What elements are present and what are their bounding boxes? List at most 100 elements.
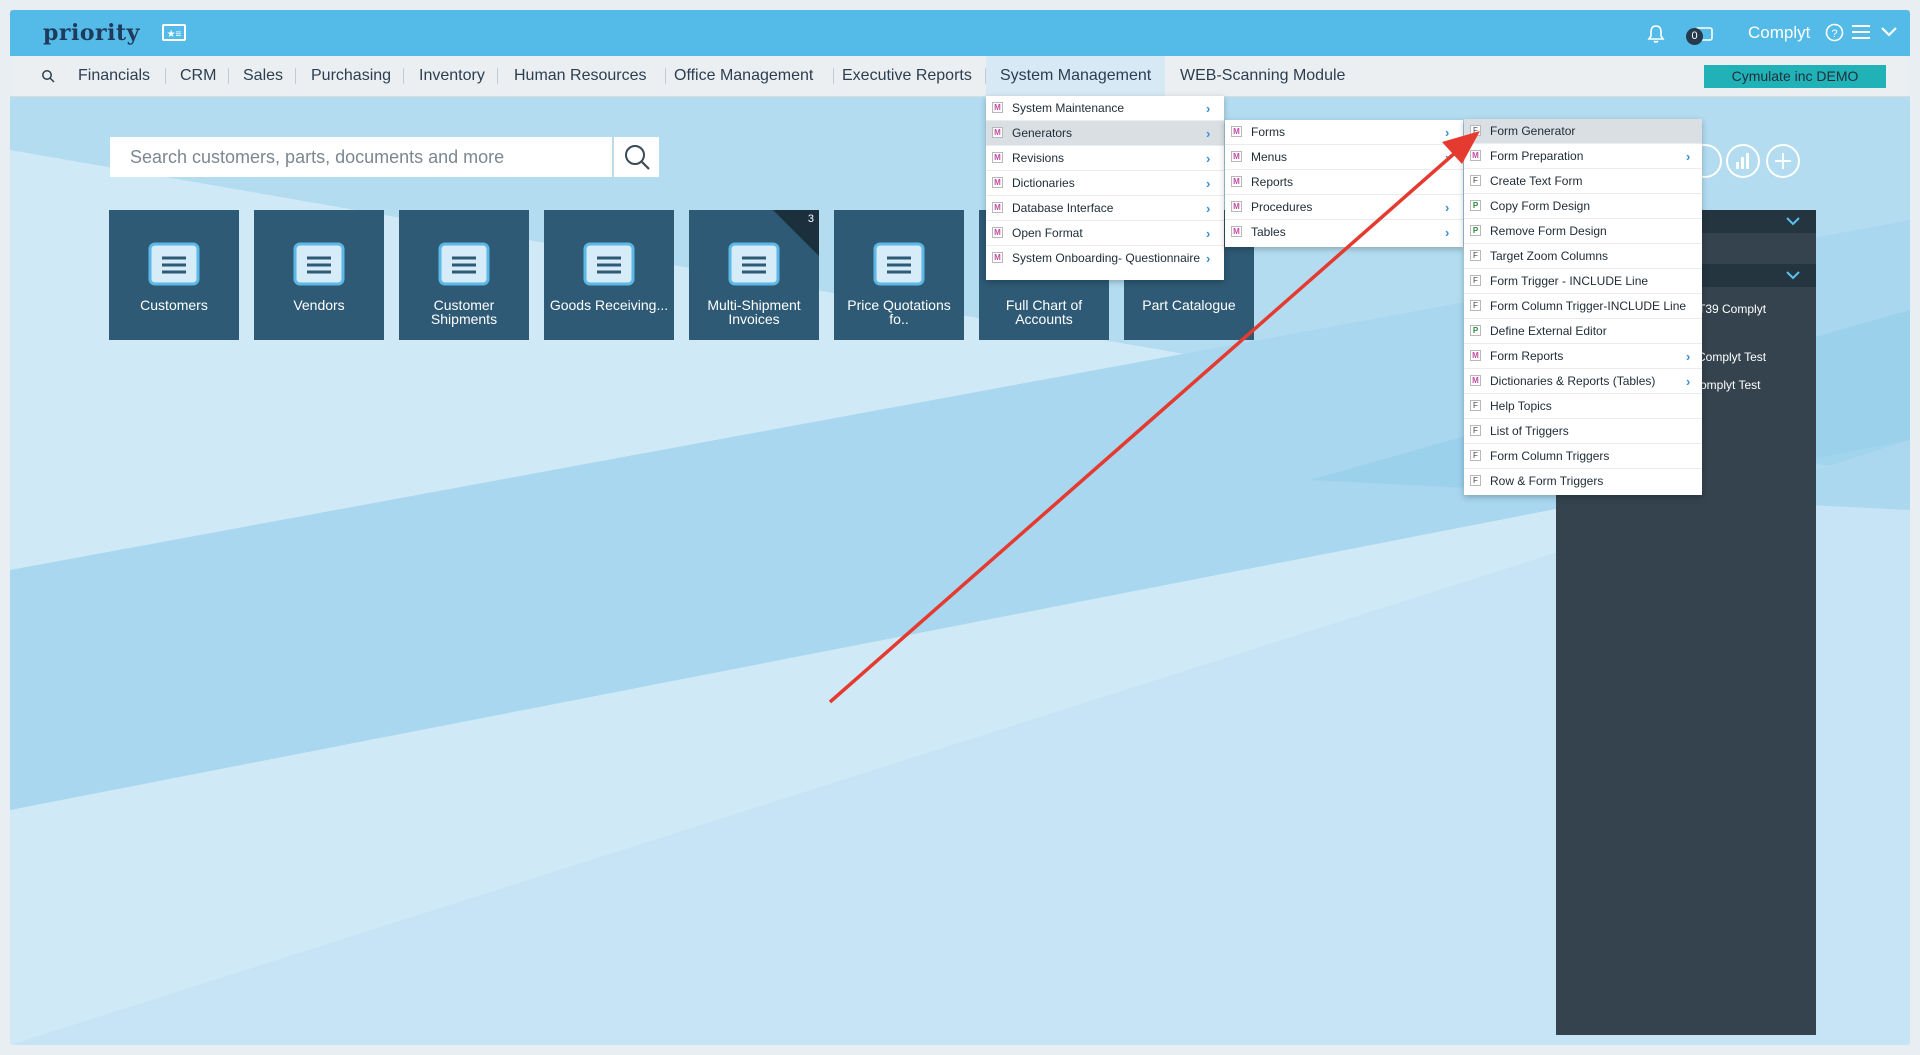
add-icon[interactable] [1766, 144, 1800, 178]
menu-item-form-reports[interactable]: M Form Reports › [1464, 344, 1702, 369]
menu-type-badge: P [1470, 200, 1481, 211]
menu-type-badge: F [1470, 250, 1481, 261]
system-management-menu: M System Maintenance › M Generators › M … [986, 96, 1224, 280]
menu-type-badge: M [1231, 201, 1242, 212]
menu-item-form-trigger-include-line[interactable]: F Form Trigger - INCLUDE Line [1464, 269, 1702, 294]
menu-item-revisions[interactable]: M Revisions › [986, 146, 1224, 171]
menu-type-badge: F [1470, 175, 1481, 186]
panel-item[interactable]: Complyt Test [1697, 350, 1766, 364]
search-icon [625, 145, 650, 170]
tile-customer-shipments[interactable]: Customer Shipments [399, 210, 529, 340]
menu-item-form-generator[interactable]: F Form Generator [1464, 119, 1702, 144]
menu-item-label: Form Preparation [1490, 149, 1584, 163]
menu-item-form-column-triggers[interactable]: F Form Column Triggers [1464, 444, 1702, 469]
menu-item-label: Create Text Form [1490, 174, 1583, 188]
menu-item-tables[interactable]: M Tables › [1225, 220, 1463, 245]
panel-item[interactable]: T39 Complyt [1698, 302, 1766, 316]
menu-type-badge: F [1470, 425, 1481, 436]
chevron-right-icon: › [1206, 176, 1211, 191]
menu-web-scanning-module[interactable]: WEB-Scanning Module [1180, 56, 1345, 96]
menu-item-label: System Onboarding- Questionnaire [1012, 251, 1201, 265]
menu-purchasing[interactable]: Purchasing [311, 56, 391, 96]
tile-vendors[interactable]: Vendors [254, 210, 384, 340]
chevron-right-icon: › [1206, 251, 1211, 266]
generators-submenu: M Forms › M Menus › M Reports M Procedur… [1225, 120, 1463, 247]
main-menu-bar: Financials CRM Sales Purchasing Inventor… [10, 56, 1910, 97]
menu-type-badge: M [992, 252, 1003, 263]
chart-icon[interactable] [1726, 144, 1760, 178]
menu-office-management[interactable]: Office Management [674, 56, 813, 96]
menu-human-resources[interactable]: Human Resources [514, 56, 647, 96]
menu-item-database-interface[interactable]: M Database Interface › [986, 196, 1224, 221]
chevron-right-icon: › [1206, 101, 1211, 116]
menu-divider [665, 68, 666, 84]
search-input[interactable] [110, 137, 612, 177]
menu-type-badge: F [1470, 475, 1481, 486]
bell-icon[interactable] [1647, 24, 1665, 44]
menu-item-label: Generators [1012, 126, 1073, 140]
menu-item-create-text-form[interactable]: F Create Text Form [1464, 169, 1702, 194]
form-icon [873, 242, 925, 286]
menu-item-menus[interactable]: M Menus › [1225, 145, 1463, 170]
form-icon [438, 242, 490, 286]
tile-label: Price Quotations fo.. [847, 297, 951, 327]
tile-price-quotations[interactable]: Price Quotations fo.. [834, 210, 964, 340]
tile-label: Customer Shipments [430, 297, 498, 327]
menu-item-label: Define External Editor [1490, 324, 1607, 338]
tile-customers[interactable]: Customers [109, 210, 239, 340]
menu-item-label: Form Column Trigger-INCLUDE Line [1490, 299, 1687, 313]
tile-goods-receiving[interactable]: Goods Receiving... [544, 210, 674, 340]
help-icon[interactable]: ? [1825, 23, 1844, 42]
menu-item-define-external-editor[interactable]: P Define External Editor [1464, 319, 1702, 344]
menu-financials[interactable]: Financials [78, 56, 150, 96]
favorites-icon[interactable]: ★≡ [162, 24, 186, 41]
menu-item-copy-form-design[interactable]: P Copy Form Design [1464, 194, 1702, 219]
menu-item-form-column-trigger-include-line[interactable]: F Form Column Trigger-INCLUDE Line [1464, 294, 1702, 319]
search-icon[interactable] [41, 69, 55, 83]
menu-item-label: Database Interface [1012, 201, 1114, 215]
hamburger-menu-icon[interactable] [1852, 24, 1870, 40]
global-search [110, 137, 612, 177]
menu-crm[interactable]: CRM [180, 56, 216, 96]
menu-item-label: Copy Form Design [1490, 199, 1591, 213]
form-icon [293, 242, 345, 286]
form-icon [583, 242, 635, 286]
menu-item-help-topics[interactable]: F Help Topics [1464, 394, 1702, 419]
menu-item-reports[interactable]: M Reports [1225, 170, 1463, 195]
menu-item-system-maintenance[interactable]: M System Maintenance › [986, 96, 1224, 121]
chevron-right-icon: › [1445, 150, 1450, 165]
menu-type-badge: M [1231, 226, 1242, 237]
menu-executive-reports[interactable]: Executive Reports [842, 56, 972, 96]
menu-divider [295, 68, 296, 84]
menu-item-remove-form-design[interactable]: P Remove Form Design [1464, 219, 1702, 244]
menu-inventory[interactable]: Inventory [419, 56, 485, 96]
menu-sales[interactable]: Sales [243, 56, 283, 96]
tasks-counter[interactable]: 0 [1686, 24, 1716, 51]
menu-item-target-zoom-columns[interactable]: F Target Zoom Columns [1464, 244, 1702, 269]
menu-item-dictionaries-reports-tables[interactable]: M Dictionaries & Reports (Tables) › [1464, 369, 1702, 394]
tile-multi-shipment-invoices[interactable]: 3 Multi-Shipment Invoices [689, 210, 819, 340]
menu-item-dictionaries[interactable]: M Dictionaries › [986, 171, 1224, 196]
menu-type-badge: F [1470, 450, 1481, 461]
chevron-right-icon: › [1206, 201, 1211, 216]
menu-item-system-onboarding[interactable]: M System Onboarding- Questionnaire › [986, 246, 1224, 271]
user-name[interactable]: Complyt [1748, 23, 1810, 43]
panel-item[interactable]: omplyt Test [1700, 378, 1760, 392]
menu-item-procedures[interactable]: M Procedures › [1225, 195, 1463, 220]
menu-type-badge: M [1470, 150, 1481, 161]
chevron-down-icon[interactable] [1880, 25, 1898, 39]
company-button[interactable]: Cymulate inc DEMO [1704, 65, 1886, 88]
menu-item-label: Reports [1251, 175, 1294, 189]
menu-item-label: Forms [1251, 125, 1285, 139]
menu-system-management[interactable]: System Management [986, 56, 1166, 96]
tile-label: Goods Receiving... [549, 297, 669, 313]
menu-item-generators[interactable]: M Generators › [986, 121, 1224, 146]
search-button[interactable] [613, 137, 659, 177]
menu-item-row-form-triggers[interactable]: F Row & Form Triggers [1464, 469, 1702, 494]
menu-item-open-format[interactable]: M Open Format › [986, 221, 1224, 246]
priority-logo[interactable]: priority [43, 20, 140, 46]
menu-type-badge: F [1470, 275, 1481, 286]
menu-item-forms[interactable]: M Forms › [1225, 120, 1463, 145]
menu-item-form-preparation[interactable]: M Form Preparation › [1464, 144, 1702, 169]
menu-item-list-of-triggers[interactable]: F List of Triggers [1464, 419, 1702, 444]
